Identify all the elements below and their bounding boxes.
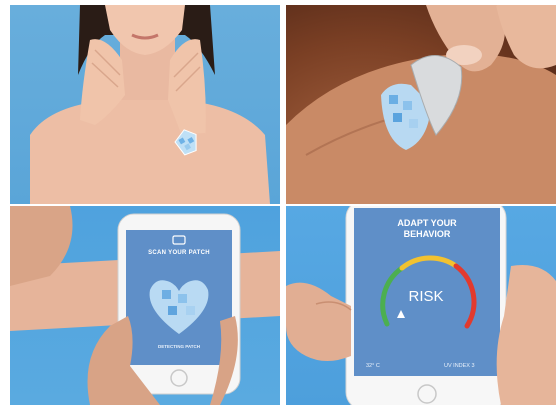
woman-with-patch-photo — [10, 5, 280, 204]
adapt-title-line1: ADAPT YOUR — [397, 218, 457, 228]
risk-label: RISK — [408, 288, 444, 305]
scan-patch-photo: SCAN YOUR PATCH DETECTING PATCH — [10, 206, 280, 405]
temperature-readout: 32° C — [366, 363, 380, 369]
scan-title: SCAN YOUR PATCH — [148, 250, 210, 256]
peeling-patch-photo — [286, 5, 556, 204]
uv-index-readout: UV INDEX 3 — [444, 363, 475, 369]
scan-footer: DETECTING PATCH — [157, 344, 201, 349]
adapt-title-line2: BEHAVIOR — [403, 229, 451, 239]
adapt-behavior-photo: ADAPT YOUR BEHAVIOR RISK 32° C UV INDEX … — [286, 206, 556, 405]
